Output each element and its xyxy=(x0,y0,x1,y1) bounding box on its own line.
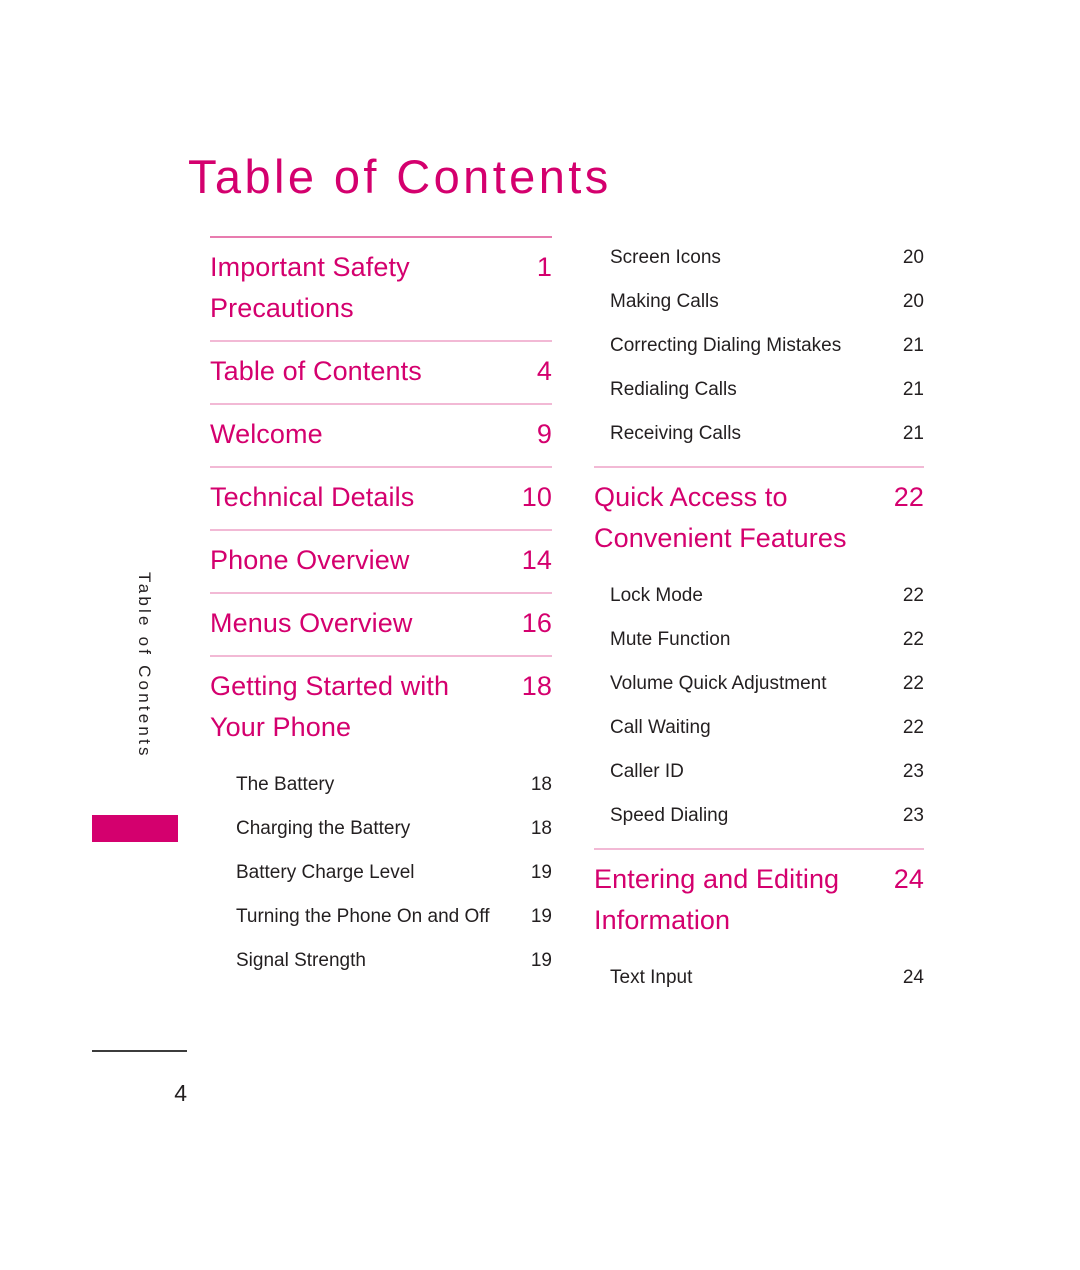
toc-subentry[interactable]: Caller ID 23 xyxy=(594,750,924,794)
toc-section-heading[interactable]: Technical Details 10 xyxy=(210,468,552,529)
toc-subentry-page: 18 xyxy=(530,774,552,795)
toc-subentry-page: 22 xyxy=(902,717,924,738)
toc-section-title: Welcome xyxy=(210,419,323,449)
toc-section-title: Getting Started with Your Phone xyxy=(210,671,450,742)
toc-subentry-page: 24 xyxy=(902,967,924,988)
subentry-list: The Battery 18 Charging the Battery 18 Batte… xyxy=(210,759,552,993)
toc-subentry-page: 20 xyxy=(902,247,924,268)
page-title: Table of Contents xyxy=(188,150,612,203)
toc-subentry[interactable]: The Battery 18 xyxy=(210,763,552,807)
toc-section-heading[interactable]: Getting Started with Your Phone 18 xyxy=(210,657,552,759)
toc-subentry-title: Call Waiting xyxy=(610,717,711,738)
toc-subentry[interactable]: Correcting Dialing Mistakes 21 xyxy=(594,324,924,368)
side-tab-marker xyxy=(92,815,178,842)
toc-section-title: Important Safety Precautions xyxy=(210,252,410,323)
toc-section-page: 16 xyxy=(521,608,552,638)
toc-section-page: 4 xyxy=(536,356,552,386)
toc-subentry[interactable]: Call Waiting 22 xyxy=(594,706,924,750)
toc-section-title: Phone Overview xyxy=(210,545,410,575)
subentry-list: Text Input 24 xyxy=(594,952,924,1010)
toc-subentry-title: Redialing Calls xyxy=(610,379,737,400)
toc-subentry[interactable]: Volume Quick Adjustment 22 xyxy=(594,662,924,706)
toc-subentry-title: The Battery xyxy=(236,774,335,795)
toc-section-page: 14 xyxy=(521,545,552,575)
toc-subentry[interactable]: Making Calls 20 xyxy=(594,280,924,324)
toc-subentry-page: 19 xyxy=(530,906,552,927)
toc-section-title: Quick Access to Convenient Features xyxy=(594,482,847,553)
toc-subentry-title: Lock Mode xyxy=(610,585,703,606)
toc-section-title: Menus Overview xyxy=(210,608,413,638)
toc-subentry[interactable]: Signal Strength 19 xyxy=(210,939,552,983)
footer-divider xyxy=(92,1050,187,1052)
toc-section-page: 24 xyxy=(893,864,924,894)
toc-subentry[interactable]: Lock Mode 22 xyxy=(594,574,924,618)
toc-subentry-page: 21 xyxy=(902,423,924,444)
toc-section-page: 22 xyxy=(893,482,924,512)
toc-section-heading[interactable]: Table of Contents 4 xyxy=(210,342,552,403)
toc-subentry-page: 23 xyxy=(902,805,924,826)
toc-subentry-page: 20 xyxy=(902,291,924,312)
toc-section-page: 18 xyxy=(521,671,552,701)
subentry-list-continued: Screen Icons 20 Making Calls 20 Correcting D… xyxy=(594,236,924,466)
toc-subentry[interactable]: Text Input 24 xyxy=(594,956,924,1000)
toc-left-column: Important Safety Precautions 1 Table of Co… xyxy=(210,236,552,993)
toc-section-heading[interactable]: Phone Overview 14 xyxy=(210,531,552,592)
toc-subentry[interactable]: Redialing Calls 21 xyxy=(594,368,924,412)
toc-subentry[interactable]: Speed Dialing 23 xyxy=(594,794,924,838)
toc-subentry-page: 19 xyxy=(530,950,552,971)
toc-subentry-title: Signal Strength xyxy=(236,950,366,971)
toc-subentry-title: Battery Charge Level xyxy=(236,862,415,883)
toc-subentry-title: Charging the Battery xyxy=(236,818,411,839)
toc-subentry-title: Mute Function xyxy=(610,629,731,650)
toc-section-title: Table of Contents xyxy=(210,356,422,386)
toc-section-heading[interactable]: Menus Overview 16 xyxy=(210,594,552,655)
toc-subentry-page: 21 xyxy=(902,379,924,400)
toc-subentry[interactable]: Turning the Phone On and Off 19 xyxy=(210,895,552,939)
toc-subentry-title: Receiving Calls xyxy=(610,423,741,444)
toc-subentry-title: Correcting Dialing Mistakes xyxy=(610,335,842,356)
toc-subentry[interactable]: Mute Function 22 xyxy=(594,618,924,662)
toc-right-column: Screen Icons 20 Making Calls 20 Correcting D… xyxy=(594,236,924,1010)
toc-subentry-title: Turning the Phone On and Off xyxy=(236,906,490,927)
toc-section-heading[interactable]: Entering and Editing Information 24 xyxy=(594,850,924,952)
toc-subentry-page: 22 xyxy=(902,673,924,694)
toc-subentry-page: 22 xyxy=(902,585,924,606)
toc-subentry-title: Speed Dialing xyxy=(610,805,729,826)
toc-subentry-page: 19 xyxy=(530,862,552,883)
toc-subentry-title: Volume Quick Adjustment xyxy=(610,673,827,694)
toc-subentry-title: Text Input xyxy=(610,967,693,988)
toc-subentry-page: 18 xyxy=(530,818,552,839)
toc-subentry-page: 23 xyxy=(902,761,924,782)
toc-section-title: Technical Details xyxy=(210,482,415,512)
toc-subentry-page: 21 xyxy=(902,335,924,356)
toc-section-page: 1 xyxy=(536,252,552,282)
toc-section-heading[interactable]: Important Safety Precautions 1 xyxy=(210,238,552,340)
toc-subentry-page: 22 xyxy=(902,629,924,650)
toc-section-heading[interactable]: Quick Access to Convenient Features 22 xyxy=(594,468,924,570)
side-tab-label: Table of Contents xyxy=(135,572,154,759)
side-tab: Table of Contents xyxy=(92,560,178,842)
toc-section-page: 9 xyxy=(536,419,552,449)
subentry-list: Lock Mode 22 Mute Function 22 Volume Quick A… xyxy=(594,570,924,848)
toc-subentry[interactable]: Charging the Battery 18 xyxy=(210,807,552,851)
toc-section-heading[interactable]: Welcome 9 xyxy=(210,405,552,466)
footer-page-number: 4 xyxy=(174,1080,187,1106)
toc-section-page: 10 xyxy=(521,482,552,512)
toc-subentry-title: Screen Icons xyxy=(610,247,721,268)
toc-section-title: Entering and Editing Information xyxy=(594,864,840,935)
toc-subentry[interactable]: Receiving Calls 21 xyxy=(594,412,924,456)
toc-subentry[interactable]: Battery Charge Level 19 xyxy=(210,851,552,895)
toc-subentry[interactable]: Screen Icons 20 xyxy=(594,236,924,280)
toc-subentry-title: Making Calls xyxy=(610,291,719,312)
toc-subentry-title: Caller ID xyxy=(610,761,684,782)
